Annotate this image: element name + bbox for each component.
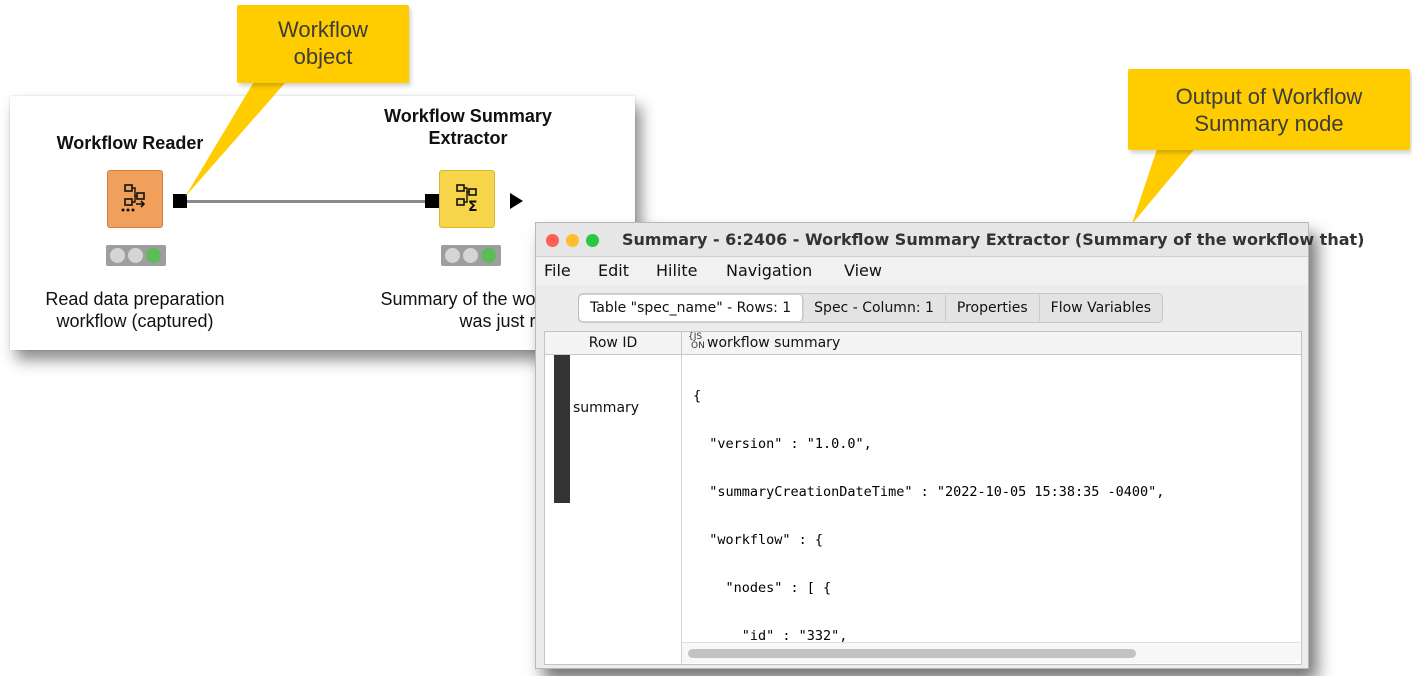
menu-bar: File Edit Hilite Navigation View xyxy=(536,257,1308,285)
window-title: Summary - 6:2406 - Workflow Summary Extr… xyxy=(622,230,1365,249)
row-id-cell[interactable]: summary xyxy=(573,400,639,416)
summary-window: Summary - 6:2406 - Workflow Summary Extr… xyxy=(535,222,1364,669)
scrollbar-thumb[interactable] xyxy=(688,649,1136,658)
tab-properties[interactable]: Properties xyxy=(946,295,1040,321)
json-value-cell[interactable]: { "version" : "1.0.0", "summaryCreationD… xyxy=(693,356,1164,676)
workflow-reader-icon xyxy=(121,184,146,212)
json-line: "workflow" : { xyxy=(693,532,824,548)
json-line: "version" : "1.0.0", xyxy=(693,436,872,452)
column-divider xyxy=(681,354,682,664)
tab-flow-variables[interactable]: Flow Variables xyxy=(1040,295,1162,321)
summary-extractor-input-port[interactable] xyxy=(425,194,439,208)
output-callout: Output of Workflow Summary node xyxy=(1128,69,1410,150)
summary-extractor-icon: Σ xyxy=(456,184,478,213)
svg-text:Σ: Σ xyxy=(468,199,478,213)
workflow-reader-description: Read data preparation workflow (captured… xyxy=(45,289,225,331)
menu-view[interactable]: View xyxy=(844,261,882,280)
menu-edit[interactable]: Edit xyxy=(598,261,629,280)
minimize-window-button[interactable] xyxy=(566,234,579,247)
row-hilite-marker xyxy=(554,355,570,503)
table-header: Row ID {JS ON workflow summary xyxy=(545,332,1301,355)
column-header-row-id[interactable]: Row ID xyxy=(545,332,682,354)
summary-extractor-node[interactable]: Σ xyxy=(439,170,495,228)
workflow-object-callout: Workflow object xyxy=(237,5,409,83)
menu-hilite[interactable]: Hilite xyxy=(656,261,697,280)
workflow-reader-node[interactable] xyxy=(107,170,163,228)
menu-navigation[interactable]: Navigation xyxy=(726,261,812,280)
column-header-workflow-summary[interactable]: workflow summary xyxy=(707,332,840,354)
data-table: Row ID {JS ON workflow summary summary {… xyxy=(544,331,1302,665)
summary-extractor-title: Workflow Summary Extractor xyxy=(384,106,552,148)
horizontal-scrollbar[interactable] xyxy=(682,642,1300,663)
json-line: "summaryCreationDateTime" : "2022-10-05 … xyxy=(693,484,1165,500)
output-callout-pointer xyxy=(1132,140,1202,224)
menu-file[interactable]: File xyxy=(544,261,571,280)
workflow-reader-status xyxy=(106,245,166,266)
summary-extractor-output-port[interactable] xyxy=(510,193,523,209)
json-type-icon: {JS ON xyxy=(688,332,705,351)
close-window-button[interactable] xyxy=(546,234,559,247)
summary-extractor-status xyxy=(441,245,501,266)
workflow-object-callout-pointer xyxy=(185,75,292,197)
json-line: "nodes" : [ { xyxy=(693,580,832,596)
window-titlebar[interactable]: Summary - 6:2406 - Workflow Summary Extr… xyxy=(536,223,1364,257)
tab-spec[interactable]: Spec - Column: 1 xyxy=(803,295,946,321)
json-line: { xyxy=(693,388,702,404)
view-tabs: Table "spec_name" - Rows: 1 Spec - Colum… xyxy=(578,293,1164,323)
zoom-window-button[interactable] xyxy=(586,234,599,247)
tab-table[interactable]: Table "spec_name" - Rows: 1 xyxy=(579,295,804,321)
